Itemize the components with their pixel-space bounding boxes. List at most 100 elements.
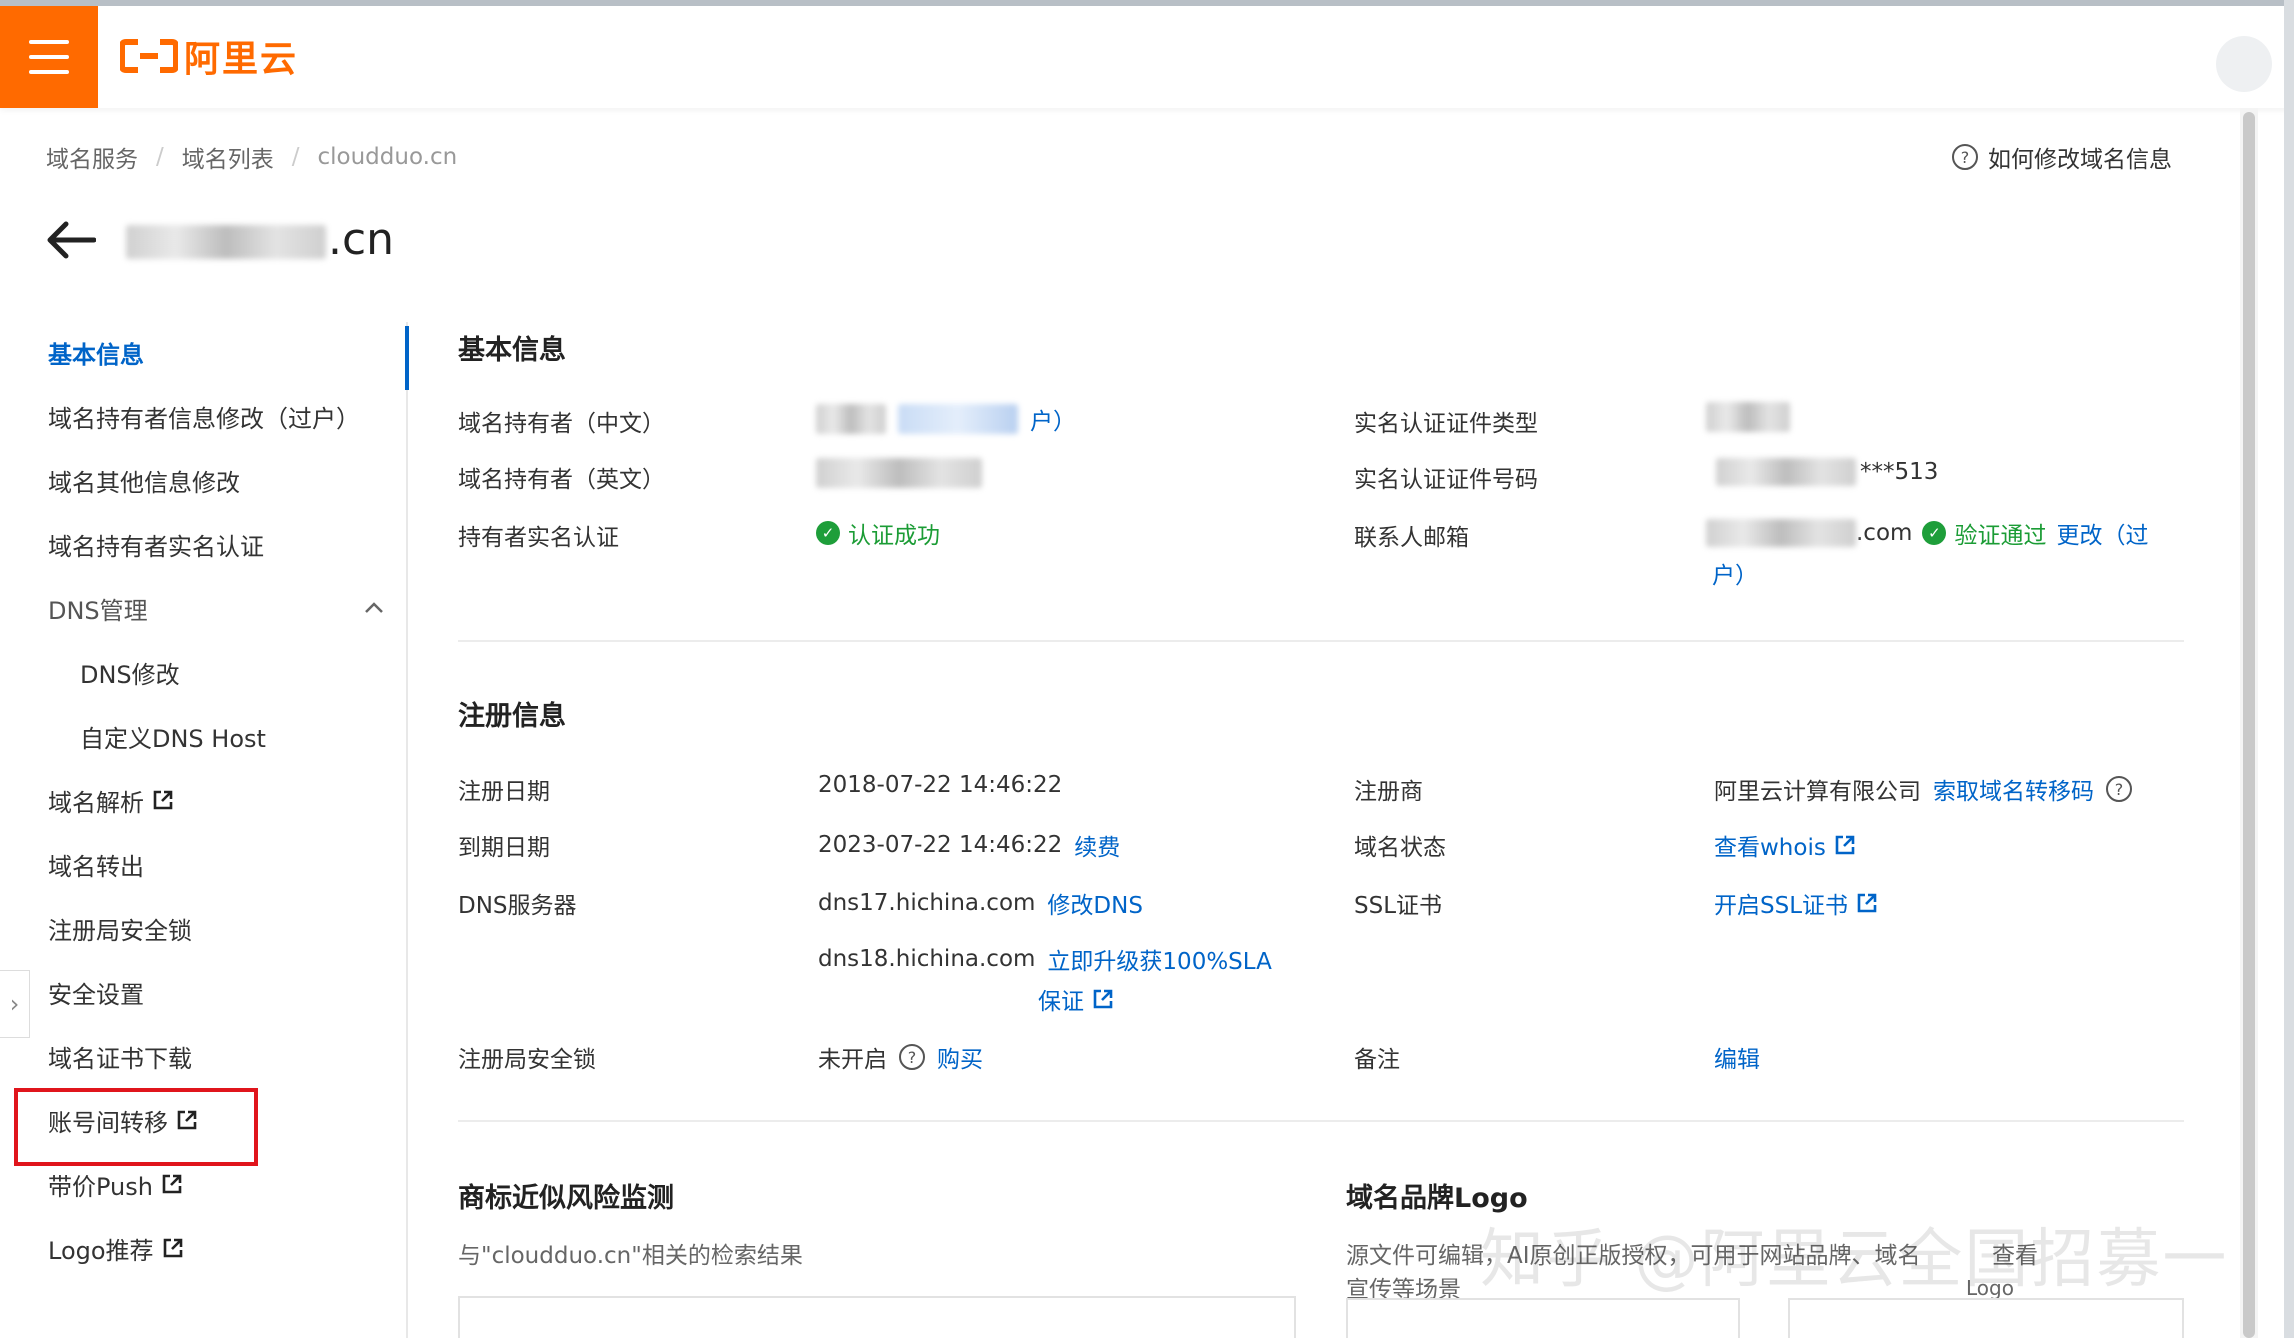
logo-card-1[interactable] bbox=[1346, 1298, 1740, 1338]
registrar-value: 阿里云计算有限公司 索取域名转移码 ? bbox=[1714, 772, 2132, 806]
page-title: .cn bbox=[126, 214, 394, 265]
breadcrumb-separator: / bbox=[156, 144, 164, 170]
ssl-link[interactable]: 开启SSL证书 bbox=[1714, 886, 1878, 920]
cert-type-value bbox=[1706, 402, 1790, 432]
breadcrumb-current: cloudduo.cn bbox=[317, 144, 458, 170]
cert-no-label: 实名认证证件号码 bbox=[1354, 467, 1538, 493]
top-navbar: 阿里云 bbox=[0, 0, 2294, 108]
reg-date-value: 2018-07-22 14:46:22 bbox=[818, 772, 1063, 798]
sla-upgrade-link-cont[interactable]: 保证 bbox=[1038, 982, 1114, 1016]
sidebar-item-label: 基本信息 bbox=[48, 340, 144, 369]
check-circle-icon: ✓ bbox=[1922, 521, 1947, 545]
lock-buy-link[interactable]: 购买 bbox=[937, 1040, 983, 1074]
sidebar-item-label: 域名解析 bbox=[48, 788, 144, 817]
sidebar-item-basic-info[interactable]: 基本信息 bbox=[0, 320, 406, 384]
redacted-text bbox=[1716, 458, 1856, 486]
sidebar-item-holder-transfer[interactable]: 域名持有者信息修改（过户） bbox=[0, 384, 406, 448]
sidebar-item-label: 带价Push bbox=[48, 1172, 153, 1201]
highlight-annotation-box bbox=[14, 1088, 258, 1166]
cert-type-label: 实名认证证件类型 bbox=[1354, 411, 1538, 437]
email-status-text: 验证通过 bbox=[1954, 523, 2047, 549]
chevron-up-icon bbox=[365, 602, 383, 613]
sidebar-item-certificate-download[interactable]: 域名证书下载 bbox=[0, 1024, 406, 1088]
sidebar-item-label: 注册局安全锁 bbox=[48, 916, 192, 945]
whois-link-text: 查看whois bbox=[1714, 835, 1826, 861]
sidebar-item-custom-dns-host[interactable]: 自定义DNS Host bbox=[0, 704, 406, 768]
external-link-icon bbox=[1835, 835, 1855, 855]
sla-upgrade-link-text: 保证 bbox=[1038, 989, 1084, 1015]
sla-upgrade-link[interactable]: 立即升级获100%SLA bbox=[1047, 942, 1271, 976]
external-link-icon bbox=[153, 790, 173, 810]
lock-value: 未开启 ? 购买 bbox=[818, 1040, 983, 1074]
lock-status-text: 未开启 bbox=[818, 1047, 887, 1073]
dns1-value: dns17.hichina.com 修改DNS bbox=[818, 886, 1143, 920]
email-value: .com ✓ 验证通过 更改（过 bbox=[1706, 516, 2148, 550]
collapse-sidebar-toggle[interactable]: › bbox=[0, 970, 30, 1038]
sidebar-item-dns-resolve[interactable]: 域名解析 bbox=[0, 768, 406, 832]
realname-label: 持有者实名认证 bbox=[458, 525, 619, 551]
external-link-icon bbox=[163, 1238, 182, 1258]
holder-en-label: 域名持有者（英文） bbox=[458, 467, 665, 493]
breadcrumb-domain-service[interactable]: 域名服务 bbox=[46, 140, 138, 174]
question-icon[interactable]: ? bbox=[899, 1044, 925, 1070]
user-avatar[interactable] bbox=[2216, 36, 2272, 92]
cert-no-suffix: ***513 bbox=[1860, 459, 1939, 485]
email-change-link[interactable]: 更改（过 bbox=[2056, 516, 2148, 550]
trademark-desc: 与"cloudduo.cn"相关的检索结果 bbox=[458, 1243, 803, 1269]
page-scrollbar[interactable] bbox=[2240, 108, 2258, 1338]
ssl-label: SSL证书 bbox=[1354, 893, 1443, 919]
view-logo-link-cont[interactable]: Logo bbox=[1966, 1276, 2014, 1300]
aliyun-logo[interactable]: 阿里云 bbox=[120, 34, 298, 80]
remark-label: 备注 bbox=[1354, 1047, 1400, 1073]
sidebar-item-registry-lock[interactable]: 注册局安全锁 bbox=[0, 896, 406, 960]
hamburger-menu-button[interactable] bbox=[0, 6, 98, 108]
help-link-label: 如何修改域名信息 bbox=[1988, 147, 2172, 173]
view-logo-link[interactable]: 查看 bbox=[1986, 1236, 2038, 1270]
brand-text: 阿里云 bbox=[184, 39, 299, 80]
sidebar-item-label: 域名其他信息修改 bbox=[48, 468, 240, 497]
scrollbar-thumb[interactable] bbox=[2243, 112, 2255, 1338]
trademark-results-box bbox=[458, 1296, 1296, 1338]
sidebar-item-label: Logo推荐 bbox=[48, 1236, 154, 1265]
breadcrumb: 域名服务 / 域名列表 / cloudduo.cn bbox=[46, 140, 457, 174]
dns2-value: dns18.hichina.com 立即升级获100%SLA bbox=[818, 942, 1272, 976]
modify-dns-link[interactable]: 修改DNS bbox=[1047, 886, 1143, 920]
renew-link[interactable]: 续费 bbox=[1074, 828, 1120, 862]
question-icon[interactable]: ? bbox=[2106, 776, 2132, 802]
sidebar-group-dns[interactable]: DNS管理 bbox=[0, 576, 406, 640]
transfer-code-link[interactable]: 索取域名转移码 bbox=[1933, 772, 2094, 806]
remark-edit-link[interactable]: 编辑 bbox=[1714, 1040, 1760, 1074]
sidebar-item-other-info[interactable]: 域名其他信息修改 bbox=[0, 448, 406, 512]
holder-cn-suffix[interactable]: 户） bbox=[1030, 402, 1076, 436]
logo-card-2[interactable] bbox=[1788, 1298, 2184, 1338]
sidebar-item-security-settings[interactable]: 安全设置 bbox=[0, 960, 406, 1024]
external-link-icon bbox=[162, 1174, 182, 1194]
section-divider bbox=[458, 640, 2184, 642]
help-modify-domain-link[interactable]: ? 如何修改域名信息 bbox=[1952, 140, 2172, 174]
exp-date-value: 2023-07-22 14:46:22 续费 bbox=[818, 828, 1120, 862]
sidebar-divider bbox=[406, 322, 408, 1338]
dns2-text: dns18.hichina.com bbox=[818, 946, 1036, 972]
redacted-text bbox=[1706, 402, 1790, 432]
ssl-link-text: 开启SSL证书 bbox=[1714, 893, 1849, 919]
dns1-text: dns17.hichina.com bbox=[818, 890, 1036, 916]
sidebar-item-label: 域名证书下载 bbox=[48, 1044, 192, 1073]
sidebar-item-realname[interactable]: 域名持有者实名认证 bbox=[0, 512, 406, 576]
window-edge bbox=[2284, 0, 2294, 1338]
whois-link[interactable]: 查看whois bbox=[1714, 828, 1856, 862]
back-arrow-icon[interactable] bbox=[44, 220, 96, 260]
sidebar-item-label: 自定义DNS Host bbox=[80, 724, 266, 753]
sidebar-item-label: 域名持有者实名认证 bbox=[48, 532, 264, 561]
cert-no-value: ***513 bbox=[1716, 458, 1938, 486]
email-change-link-cont[interactable]: 户） bbox=[1712, 556, 1758, 590]
sidebar-item-logo-recommend[interactable]: Logo推荐 bbox=[0, 1216, 406, 1280]
holder-cn-label: 域名持有者（中文） bbox=[458, 411, 665, 437]
sidebar-item-dns-modify[interactable]: DNS修改 bbox=[0, 640, 406, 704]
breadcrumb-domain-list[interactable]: 域名列表 bbox=[182, 140, 274, 174]
logo-section-desc: 源文件可编辑，AI原创正版授权，可用于网站品牌、域名 bbox=[1346, 1243, 1921, 1269]
reg-date-label: 注册日期 bbox=[458, 779, 550, 805]
redacted-text bbox=[816, 458, 982, 488]
domain-status-label: 域名状态 bbox=[1354, 835, 1446, 861]
sidebar-item-transfer-out[interactable]: 域名转出 bbox=[0, 832, 406, 896]
registrar-label: 注册商 bbox=[1354, 779, 1423, 805]
